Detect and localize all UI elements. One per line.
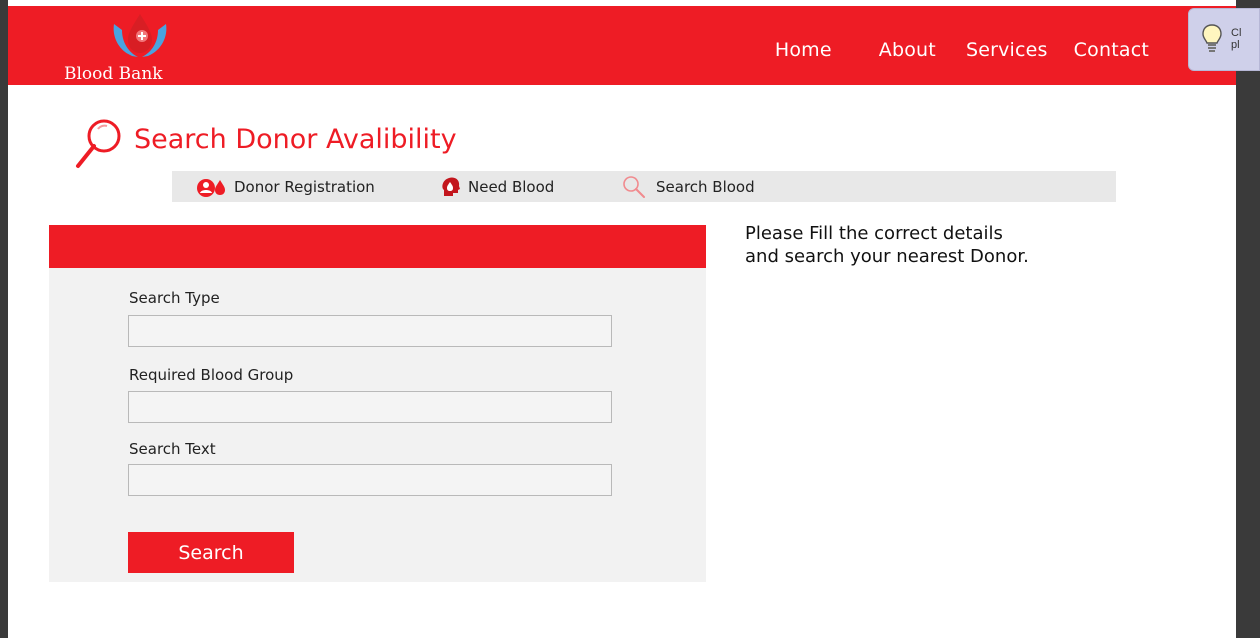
nav-contact[interactable]: Contact bbox=[1061, 39, 1162, 61]
brand-logo[interactable]: Blood Bank bbox=[64, 10, 204, 85]
main-nav: Home About Services Contact bbox=[762, 39, 1162, 61]
blood-group-input[interactable] bbox=[128, 391, 612, 423]
tip-popup[interactable]: Cl pl bbox=[1188, 8, 1260, 71]
subnav-donor-registration[interactable]: Donor Registration bbox=[194, 171, 375, 202]
sub-navigation: Donor Registration Need Blood Search Blo… bbox=[172, 171, 1116, 202]
blood-group-label: Required Blood Group bbox=[129, 366, 294, 384]
search-type-input[interactable] bbox=[128, 315, 612, 347]
blood-drop-hands-icon bbox=[113, 14, 167, 57]
magnifier-icon bbox=[76, 119, 121, 168]
site-header: Blood Bank Home About Services Contact bbox=[8, 6, 1236, 85]
tip-text-line-1: Cl bbox=[1231, 27, 1242, 39]
window-right-border bbox=[1236, 0, 1260, 638]
tip-text-line-2: pl bbox=[1231, 39, 1240, 51]
search-type-label: Search Type bbox=[129, 289, 220, 307]
subnav-label: Need Blood bbox=[468, 177, 555, 196]
nav-home[interactable]: Home bbox=[762, 39, 866, 61]
window-left-border bbox=[0, 0, 8, 638]
donor-icon bbox=[197, 178, 225, 197]
brand-name: Blood Bank bbox=[64, 64, 163, 84]
nav-about[interactable]: About bbox=[866, 39, 953, 61]
subnav-label: Search Blood bbox=[656, 177, 755, 196]
lightbulb-icon bbox=[1202, 24, 1222, 52]
search-text-input[interactable] bbox=[128, 464, 612, 496]
nav-services[interactable]: Services bbox=[953, 39, 1061, 61]
subnav-need-blood[interactable]: Need Blood bbox=[440, 171, 554, 202]
search-form: Search Type Required Blood Group Search … bbox=[49, 225, 706, 582]
subnav-search-blood[interactable]: Search Blood bbox=[620, 171, 755, 202]
help-text-line-2: and search your nearest Donor. bbox=[745, 246, 1029, 267]
subnav-label: Donor Registration bbox=[234, 177, 375, 196]
form-header-bar bbox=[49, 225, 706, 268]
magnifier-icon bbox=[623, 175, 645, 198]
head-drop-icon bbox=[442, 177, 460, 196]
help-text-line-1: Please Fill the correct details bbox=[745, 223, 1003, 244]
help-text: Please Fill the correct details and sear… bbox=[745, 222, 1125, 268]
page-title: Search Donor Avalibility bbox=[134, 124, 457, 155]
tip-text: Cl pl bbox=[1231, 27, 1260, 51]
search-button[interactable]: Search bbox=[128, 532, 294, 573]
search-text-label: Search Text bbox=[129, 440, 216, 458]
